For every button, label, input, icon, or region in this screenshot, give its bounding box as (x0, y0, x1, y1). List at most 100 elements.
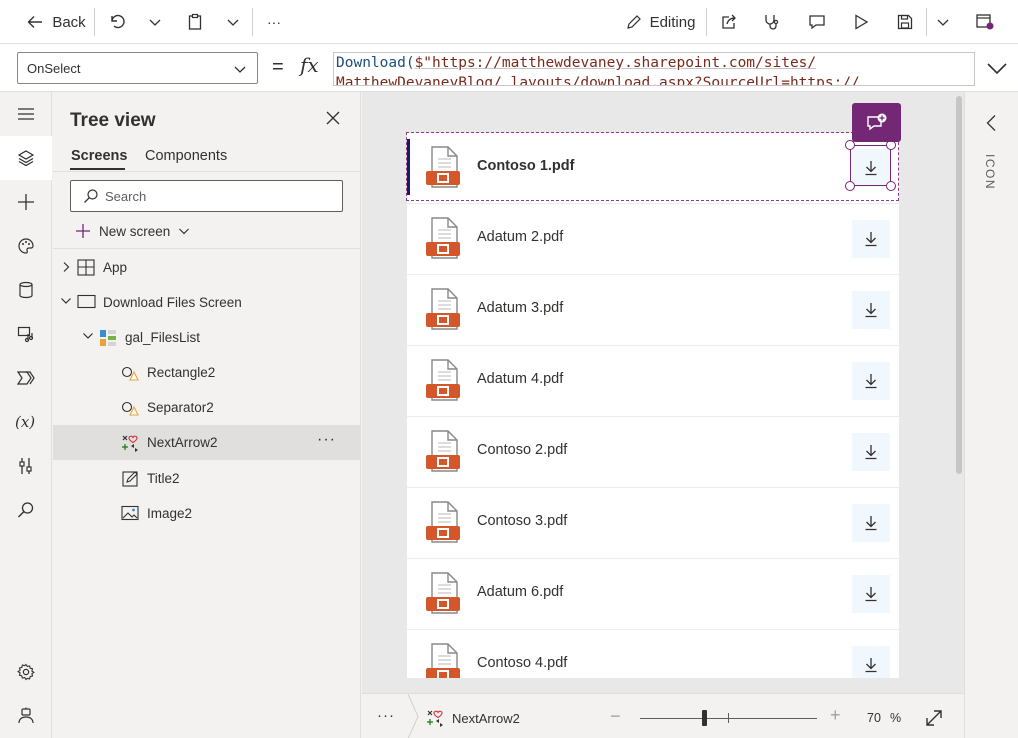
variables-button[interactable]: (x) (0, 400, 52, 444)
formula-bar: OnSelect = fx Download($"https://matthew… (0, 44, 1018, 92)
fit-to-window-button[interactable] (925, 709, 943, 727)
gallery-item[interactable]: Contoso 2.pdf (407, 417, 899, 488)
editing-mode-button[interactable]: Editing (620, 0, 700, 44)
insert-button[interactable] (0, 180, 52, 224)
publish-button[interactable] (972, 0, 998, 44)
more-commands-button[interactable]: ··· (262, 0, 286, 44)
back-label: Back (52, 13, 86, 31)
selected-item-bar (407, 139, 410, 195)
back-button[interactable]: Back (20, 0, 92, 44)
save-dropdown[interactable] (932, 0, 954, 44)
undo-dropdown[interactable] (144, 0, 166, 44)
themes-button[interactable] (0, 224, 52, 268)
tree-node-rectangle2[interactable]: Rectangle2 (53, 355, 361, 390)
divider (252, 8, 253, 36)
property-dropdown[interactable]: OnSelect (17, 52, 258, 84)
app-screen[interactable]: Contoso 1.pdf Adatum 2.pdf Adatum 3.pdf Ada… (407, 133, 899, 678)
zoom-slider-thumb[interactable] (702, 710, 707, 726)
app-checker-button[interactable] (758, 0, 784, 44)
download-button[interactable] (852, 362, 890, 400)
advanced-tools-button[interactable] (0, 444, 52, 488)
tree-node-separator2[interactable]: Separator2 (53, 390, 361, 425)
download-button[interactable] (852, 149, 890, 187)
tree-node-nextarrow2[interactable]: NextArrow2 ··· (53, 425, 361, 460)
resize-handle[interactable] (845, 181, 855, 191)
comments-button[interactable] (804, 0, 830, 44)
save-icon (897, 14, 913, 30)
tree-node-title2[interactable]: Title2 (53, 461, 361, 496)
data-button[interactable] (0, 268, 52, 312)
chevron-down-icon[interactable] (60, 296, 72, 306)
tree-node-download-files-screen[interactable]: Download Files Screen (53, 285, 361, 320)
search-rail-button[interactable] (0, 488, 52, 532)
file-name: Contoso 2.pdf (477, 442, 568, 458)
download-button[interactable] (852, 504, 890, 542)
pdf-thumbnail (423, 500, 463, 546)
download-button[interactable] (852, 433, 890, 471)
tree-view-button[interactable] (0, 136, 52, 180)
tree-node-image2[interactable]: Image2 (53, 496, 361, 531)
paste-button[interactable] (182, 0, 208, 44)
close-button[interactable] (325, 110, 341, 126)
save-button[interactable] (892, 0, 918, 44)
tab-components[interactable]: Components (145, 148, 227, 164)
add-comment-button[interactable] (852, 103, 901, 142)
tree-view-title: Tree view (70, 110, 156, 131)
left-rail: (x) (0, 92, 52, 738)
breadcrumb-selected-control[interactable]: NextArrow2 (426, 709, 520, 727)
new-screen-button[interactable]: New screen (75, 220, 190, 242)
download-button[interactable] (852, 220, 890, 258)
download-icon (865, 587, 877, 602)
expand-properties-button[interactable] (985, 114, 997, 132)
gallery-item[interactable]: Contoso 1.pdf (407, 133, 899, 204)
chevron-down-icon[interactable] (82, 331, 94, 341)
gallery-item[interactable]: Contoso 3.pdf (407, 488, 899, 559)
power-automate-button[interactable] (0, 356, 52, 400)
shape-icon (121, 401, 139, 416)
editing-label: Editing (649, 13, 696, 31)
download-icon (865, 232, 877, 247)
more-options-button[interactable]: ··· (377, 707, 395, 724)
hamburger-button[interactable] (0, 92, 52, 136)
gallery-item[interactable]: Contoso 4.pdf (407, 630, 899, 678)
preview-button[interactable] (848, 0, 874, 44)
tree-node-app[interactable]: App (53, 250, 361, 285)
download-button[interactable] (852, 291, 890, 329)
undo-button[interactable] (104, 0, 130, 44)
canvas-scrollbar[interactable] (956, 96, 962, 474)
pdf-file-icon (426, 146, 460, 188)
zoom-value[interactable]: 70 (867, 711, 881, 725)
new-screen-label: New screen (99, 223, 171, 239)
pdf-thumbnail (423, 216, 463, 262)
tree-node-label: Rectangle2 (147, 365, 216, 380)
gallery-item[interactable]: Adatum 6.pdf (407, 559, 899, 630)
design-canvas[interactable]: Contoso 1.pdf Adatum 2.pdf Adatum 3.pdf Ada… (362, 92, 964, 693)
search-input[interactable]: Search (70, 180, 343, 212)
tab-screens[interactable]: Screens (71, 148, 127, 164)
more-options-button[interactable]: ··· (317, 431, 336, 449)
virtual-agent-button[interactable] (0, 694, 52, 738)
media-button[interactable] (0, 312, 52, 356)
tree-node-gal-fileslist[interactable]: gal_FilesList (53, 320, 361, 355)
gallery-item[interactable]: Adatum 2.pdf (407, 204, 899, 275)
download-icon (865, 374, 877, 389)
settings-button[interactable] (0, 650, 52, 694)
zoom-out-button[interactable]: − (610, 706, 621, 727)
expand-formula-button[interactable] (986, 60, 1008, 76)
paste-dropdown[interactable] (222, 0, 244, 44)
zoom-in-button[interactable]: + (830, 705, 841, 726)
fx-icon: fx (300, 53, 319, 77)
chevron-right-icon[interactable] (61, 261, 71, 273)
download-icon (865, 303, 877, 318)
pdf-file-icon (426, 501, 460, 543)
divider (926, 8, 927, 36)
download-button[interactable] (852, 646, 890, 678)
gallery-item[interactable]: Adatum 3.pdf (407, 275, 899, 346)
resize-handle[interactable] (886, 181, 896, 191)
plus-icon (18, 194, 34, 210)
share-button[interactable] (716, 0, 742, 44)
download-button[interactable] (852, 575, 890, 613)
layers-icon (17, 150, 35, 167)
formula-input[interactable]: Download($"https://matthewdevaney.sharep… (333, 52, 975, 86)
gallery-item[interactable]: Adatum 4.pdf (407, 346, 899, 417)
